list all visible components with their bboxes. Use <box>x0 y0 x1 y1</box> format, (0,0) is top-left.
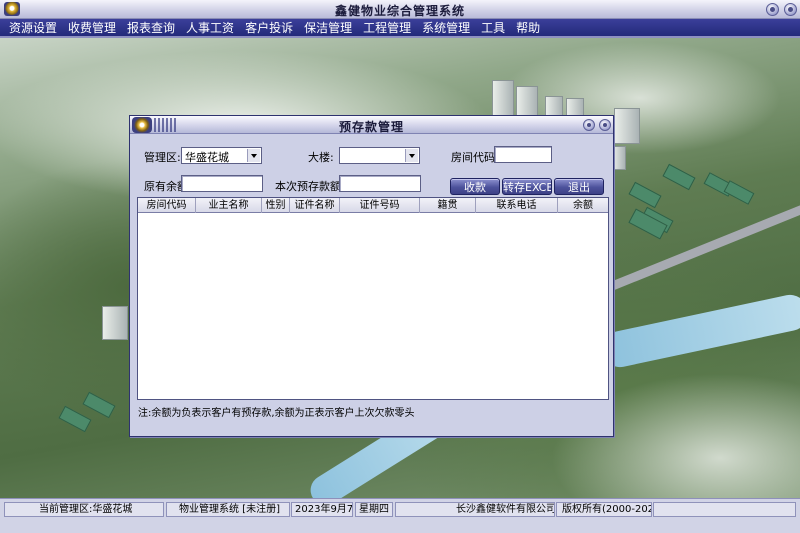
menu-item-system[interactable]: 系统管理 <box>422 19 470 36</box>
app-title: 鑫健物业综合管理系统 <box>334 4 465 18</box>
greenhouse <box>662 163 696 191</box>
room-code-input[interactable] <box>494 146 552 163</box>
tower-building <box>516 86 538 118</box>
greenhouse <box>723 180 755 205</box>
menu-item-resource-settings[interactable]: 资源设置 <box>9 19 57 36</box>
dialog-title-bar: 预存款管理 <box>130 116 613 134</box>
dialog-title: 预存款管理 <box>338 120 404 134</box>
menu-item-engineering[interactable]: 工程管理 <box>363 19 411 36</box>
status-bar: 当前管理区:华盛花城 物业管理系统 [未注册] 2023年9月7日 星期四 长沙… <box>0 498 800 533</box>
app-title-bar: 鑫健物业综合管理系统 <box>0 0 800 19</box>
column-header-room-code[interactable]: 房间代码 <box>138 198 196 213</box>
deposit-table[interactable]: 房间代码 业主名称 性别 证件名称 证件号码 籍贯 联系电话 余额 <box>137 197 609 400</box>
river-east <box>598 291 800 371</box>
exit-button[interactable]: 退出 <box>554 178 604 195</box>
tower-building <box>492 80 514 116</box>
status-system: 物业管理系统 [未注册] <box>166 502 290 517</box>
menu-item-help[interactable]: 帮助 <box>516 19 540 36</box>
status-current-area: 当前管理区:华盛花城 <box>4 502 164 517</box>
balance-input[interactable] <box>181 175 263 192</box>
column-header-id-number[interactable]: 证件号码 <box>340 198 420 213</box>
column-header-phone[interactable]: 联系电话 <box>476 198 558 213</box>
collect-button[interactable]: 收款 <box>450 178 500 195</box>
tower-building <box>612 146 626 170</box>
status-copyright: 版权所有(2000-2020) <box>556 502 652 517</box>
area-label: 管理区: <box>144 151 181 164</box>
menu-item-fee-management[interactable]: 收费管理 <box>68 19 116 36</box>
status-weekday: 星期四 <box>355 502 393 517</box>
column-header-balance[interactable]: 余额 <box>558 198 608 213</box>
greenhouse <box>82 391 116 419</box>
building-label: 大楼: <box>308 151 334 164</box>
column-header-owner-name[interactable]: 业主名称 <box>196 198 262 213</box>
dialog-close-button[interactable] <box>599 119 611 131</box>
dialog-minimize-button[interactable] <box>583 119 595 131</box>
column-header-id-type[interactable]: 证件名称 <box>290 198 340 213</box>
minimize-button[interactable] <box>766 3 779 16</box>
chevron-down-icon[interactable] <box>247 149 260 162</box>
menu-item-report-query[interactable]: 报表查询 <box>127 19 175 36</box>
menu-item-tools[interactable]: 工具 <box>481 19 505 36</box>
column-header-gender[interactable]: 性别 <box>262 198 290 213</box>
deposit-management-dialog: 预存款管理 管理区: 华盛花城 大楼: 房间代码 原有余额 本次预存款额 收款 … <box>129 115 614 437</box>
status-date: 2023年9月7日 <box>291 502 353 517</box>
tower-building <box>614 108 640 144</box>
close-button[interactable] <box>784 3 797 16</box>
export-excel-button[interactable]: 转存EXCEL <box>502 178 552 195</box>
area-select[interactable]: 华盛花城 <box>181 147 262 164</box>
column-header-native-place[interactable]: 籍贯 <box>420 198 476 213</box>
table-header: 房间代码 业主名称 性别 证件名称 证件号码 籍贯 联系电话 余额 <box>138 198 608 213</box>
room-code-label: 房间代码 <box>451 151 495 164</box>
status-empty-cell <box>653 502 796 517</box>
chevron-down-icon[interactable] <box>405 149 418 162</box>
area-select-value: 华盛花城 <box>185 151 229 164</box>
balance-note: 注:余额为负表示客户有预存款,余额为正表示客户上次欠款零头 <box>138 408 415 419</box>
building-select[interactable] <box>339 147 420 164</box>
tower-building <box>102 306 128 340</box>
menu-bar: 资源设置 收费管理 报表查询 人事工资 客户投诉 保洁管理 工程管理 系统管理 … <box>0 19 800 38</box>
deposit-amount-input[interactable] <box>339 175 421 192</box>
status-company: 长沙鑫健软件有限公司 <box>395 502 555 517</box>
menu-item-cleaning[interactable]: 保洁管理 <box>304 19 352 36</box>
menu-item-hr-payroll[interactable]: 人事工资 <box>186 19 234 36</box>
deposit-amount-label: 本次预存款额 <box>275 180 341 193</box>
greenhouse <box>58 405 92 433</box>
menu-item-customer-complaints[interactable]: 客户投诉 <box>245 19 293 36</box>
greenhouse <box>628 181 662 209</box>
